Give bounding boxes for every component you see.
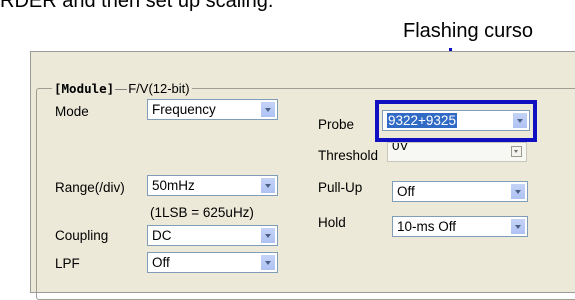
module-value: F/V(12-bit) [128,81,190,96]
module-label: [Module] [54,81,115,96]
coupling-select[interactable]: DC [147,225,278,246]
callout-label: Flashing curso [403,20,534,42]
lpf-select[interactable]: Off [147,252,278,273]
legend-divider [115,89,128,91]
mode-select-value: Frequency [152,102,216,117]
lpf-dropdown-arrow-icon[interactable] [260,254,276,271]
probe-dropdown-arrow-icon[interactable] [512,112,528,129]
hold-select-value: 10-ms Off [397,219,457,234]
pullup-label: Pull-Up [318,180,363,195]
coupling-dropdown-arrow-icon[interactable] [260,227,276,244]
hold-select[interactable]: 10-ms Off [392,216,528,237]
range-select-value: 50mHz [152,178,195,193]
probe-select-value: 9322+9325 [387,113,457,128]
lpf-select-value: Off [152,255,170,270]
threshold-select[interactable]: 0V [387,142,527,162]
hold-dropdown-arrow-icon[interactable] [510,218,526,235]
threshold-label: Threshold [318,148,379,163]
mode-label: Mode [55,104,89,119]
range-resolution-note: (1LSB = 625uHz) [150,205,254,220]
coupling-label: Coupling [55,228,109,243]
threshold-select-value: 0V [392,142,409,153]
intro-text: RDER and then set up scaling. [0,0,274,12]
probe-selected-text: 9322+9325 [387,113,457,128]
pullup-select-value: Off [397,184,415,199]
probe-label: Probe [318,117,355,132]
threshold-dropdown-arrow-icon[interactable] [511,146,522,157]
module-group-legend: [Module] F/V(12-bit) [52,81,192,96]
pullup-select[interactable]: Off [392,181,528,202]
range-dropdown-arrow-icon[interactable] [260,177,276,194]
coupling-select-value: DC [152,228,172,243]
range-label: Range(/div) [55,180,125,195]
probe-select[interactable]: 9322+9325 [382,110,530,131]
hold-label: Hold [318,215,346,230]
pullup-dropdown-arrow-icon[interactable] [510,183,526,200]
range-select[interactable]: 50mHz [147,175,278,196]
lpf-label: LPF [55,256,80,271]
mode-select[interactable]: Frequency [147,99,278,120]
mode-dropdown-arrow-icon[interactable] [260,101,276,118]
